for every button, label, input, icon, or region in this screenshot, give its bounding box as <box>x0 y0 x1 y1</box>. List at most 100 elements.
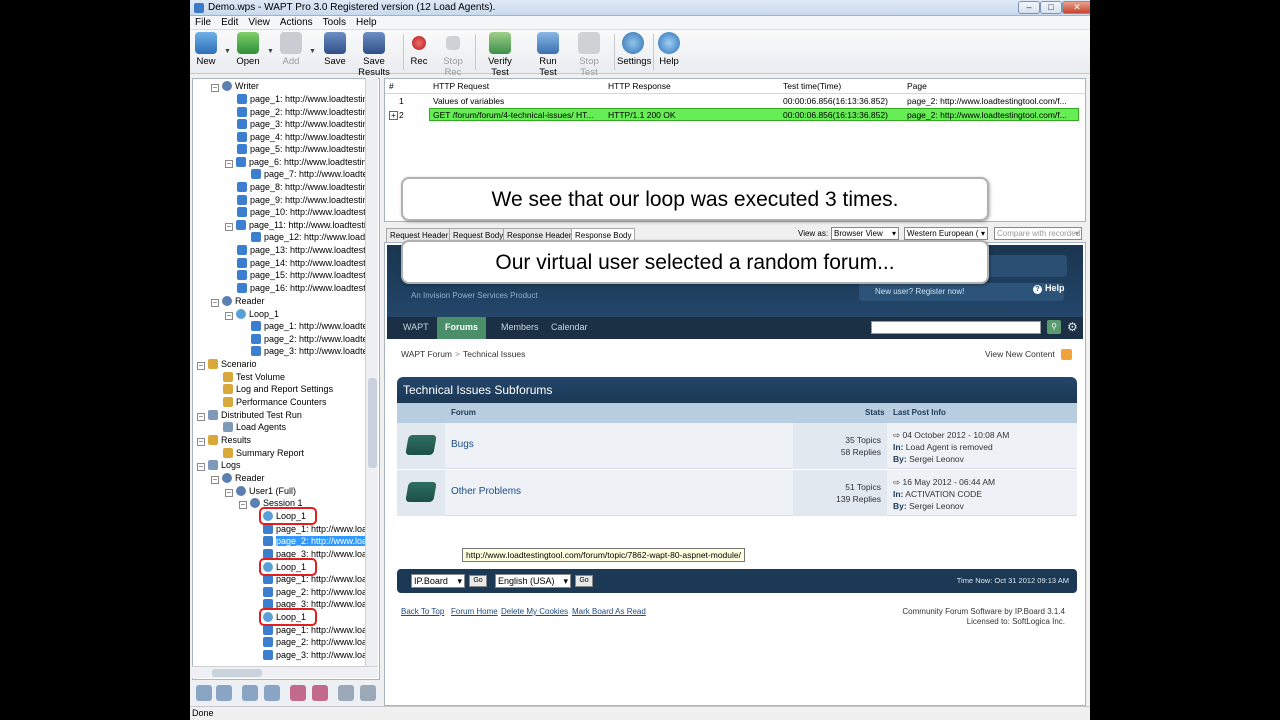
last-post-author-link[interactable]: Sergei Leonov <box>909 454 964 464</box>
add-button[interactable]: Add <box>280 32 302 72</box>
add-user-icon[interactable] <box>196 685 212 701</box>
nav-calendar[interactable]: Calendar <box>551 322 588 332</box>
close-button[interactable]: ✕ <box>1062 1 1090 14</box>
tree-node-page[interactable]: page_5: http://www.loadtesting <box>237 143 373 156</box>
menu-view[interactable]: View <box>243 16 275 30</box>
search-icon[interactable]: ⚲ <box>1047 320 1061 334</box>
last-post-date[interactable]: ⇨ 16 May 2012 - 06:44 AM <box>893 477 995 488</box>
tree-node-page[interactable]: page_16: http://www.loadtestin <box>237 282 373 295</box>
tree-node-page[interactable]: page_13: http://www.loadtestin <box>237 244 373 257</box>
help-button[interactable]: Help <box>657 32 681 72</box>
agents-icon[interactable] <box>264 685 280 701</box>
tree-node-load-agents[interactable]: Load Agents <box>223 421 286 434</box>
menu-edit[interactable]: Edit <box>216 16 243 30</box>
tree-node-page[interactable]: page_8: http://www.loadtesting <box>237 181 373 194</box>
tree-node-page[interactable]: page_7: http://www.loadtes <box>251 168 372 181</box>
scrollbar-thumb[interactable] <box>212 669 262 677</box>
open-button[interactable]: Open <box>236 32 260 72</box>
rec-button[interactable]: Rec <box>408 32 430 72</box>
nav-forums[interactable]: Forums <box>437 317 487 339</box>
powered-by[interactable]: Community Forum Software by IP.Board 3.1… <box>902 607 1065 616</box>
gear-icon[interactable] <box>338 685 354 701</box>
tree-node-page[interactable]: page_3: http://www.loadtes <box>251 345 372 358</box>
col-http-request[interactable]: HTTP Request <box>433 80 489 93</box>
minimize-button[interactable]: – <box>1018 1 1040 14</box>
skin-select[interactable]: IP.Board <box>411 574 465 588</box>
tree-node-page[interactable]: page_10: http://www.loadtestin <box>237 206 373 219</box>
grid-row[interactable]: + 2 GET /forum/forum/4-technical-issues/… <box>385 109 1085 122</box>
tree-horizontal-scrollbar[interactable] <box>192 666 378 678</box>
tree-node-page[interactable]: page_12: http://www.loadte <box>251 231 373 244</box>
breadcrumb-current[interactable]: Technical Issues <box>463 349 525 359</box>
delete-cookies-link[interactable]: Delete My Cookies <box>501 607 568 616</box>
tree-node-reader[interactable]: – Reader <box>211 295 265 308</box>
menu-actions[interactable]: Actions <box>275 16 318 30</box>
run-test-button[interactable]: Run Test <box>530 32 566 78</box>
new-dropdown-icon[interactable]: ▼ <box>224 48 231 55</box>
menu-file[interactable]: File <box>190 16 216 30</box>
gear-icon[interactable]: ⚙ <box>1067 320 1078 334</box>
view-new-content-link[interactable]: View New Content <box>985 349 1055 359</box>
stop-test-button[interactable]: Stop Test <box>570 32 608 78</box>
scenario-tree[interactable]: – Writer page_1: http://www.loadtesting p… <box>192 78 380 680</box>
menu-tools[interactable]: Tools <box>318 16 351 30</box>
tree-node-logs-reader[interactable]: – Reader <box>211 472 265 485</box>
forum-search-input[interactable] <box>871 321 1041 334</box>
col-test-time[interactable]: Test time(Time) <box>783 80 841 93</box>
agents-icon[interactable] <box>242 685 258 701</box>
tree-node-page[interactable]: page_15: http://www.loadtestin <box>237 269 373 282</box>
maximize-button[interactable]: □ <box>1040 1 1062 14</box>
tree-node-log-page[interactable]: page_3: http://www.load <box>263 649 372 662</box>
tree-node-page[interactable]: page_1: http://www.loadtesting <box>237 93 373 106</box>
forum-link[interactable]: Other Problems <box>451 486 521 497</box>
save-button[interactable]: Save <box>324 32 346 72</box>
stop-rec-button[interactable]: Stop Rec <box>436 32 470 78</box>
tree-node-results[interactable]: – Results <box>197 434 251 447</box>
tree-node-logs[interactable]: – Logs <box>197 459 241 472</box>
expand-icon[interactable]: + <box>389 111 398 120</box>
add-user-icon[interactable] <box>216 685 232 701</box>
nav-wapt[interactable]: WAPT <box>403 322 429 332</box>
breadcrumb-home[interactable]: WAPT Forum <box>401 349 452 359</box>
forum-help-link[interactable]: ? Help <box>1033 283 1065 294</box>
report-icon[interactable] <box>312 685 328 701</box>
skin-go-button[interactable]: Go <box>469 575 487 587</box>
last-post-date[interactable]: ⇨ 04 October 2012 - 10:08 AM <box>893 430 1009 441</box>
tree-vertical-scrollbar[interactable] <box>365 78 378 668</box>
last-post-topic-link[interactable]: ACTIVATION CODE <box>905 489 982 499</box>
verify-test-button[interactable]: Verify Test <box>480 32 520 78</box>
tree-node-log-page[interactable]: page_2: http://www.load <box>263 636 372 649</box>
tree-node-page[interactable]: page_1: http://www.loadtes <box>251 320 372 333</box>
last-post-author-link[interactable]: Sergei Leonov <box>909 501 964 511</box>
open-dropdown-icon[interactable]: ▼ <box>267 48 274 55</box>
save-results-button[interactable]: Save Results <box>350 32 398 78</box>
mark-board-read-link[interactable]: Mark Board As Read <box>572 607 646 616</box>
menu-help[interactable]: Help <box>351 16 382 30</box>
back-to-top-link[interactable]: Back To Top <box>401 607 444 616</box>
col-http-response[interactable]: HTTP Response <box>608 80 671 93</box>
col-number[interactable]: # <box>389 80 394 93</box>
tree-node-performance-counters[interactable]: Performance Counters <box>223 396 327 409</box>
grid-row[interactable]: 1 Values of variables 00:00:06.856(16:13… <box>385 95 1085 108</box>
view-as-select[interactable]: Browser View <box>831 227 899 240</box>
gear-icon[interactable] <box>360 685 376 701</box>
new-button[interactable]: New <box>194 32 218 72</box>
compare-with-recorded-button[interactable]: Compare with recorded <box>994 227 1082 240</box>
tree-node-scenario[interactable]: – Scenario <box>197 358 257 371</box>
last-post-topic-link[interactable]: Load Agent is removed <box>906 442 993 452</box>
nav-members[interactable]: Members <box>501 322 539 332</box>
settings-button[interactable]: Settings <box>617 32 651 72</box>
tree-node-writer[interactable]: – Writer <box>211 80 259 93</box>
language-go-button[interactable]: Go <box>575 575 593 587</box>
scrollbar-thumb[interactable] <box>368 378 377 468</box>
forum-home-link[interactable]: Forum Home <box>451 607 498 616</box>
rss-icon[interactable] <box>1061 349 1072 360</box>
language-select[interactable]: English (USA) <box>495 574 571 588</box>
tree-node-page[interactable]: page_3: http://www.loadtesting <box>237 118 373 131</box>
encoding-select[interactable]: Western European ( <box>904 227 988 240</box>
report-icon[interactable] <box>290 685 306 701</box>
tree-node-log-report-settings[interactable]: Log and Report Settings <box>223 383 333 396</box>
tree-node-log-page-selected[interactable]: page_2: http://www.load <box>263 535 373 548</box>
forum-link[interactable]: Bugs <box>451 439 474 450</box>
add-dropdown-icon[interactable]: ▼ <box>309 48 316 55</box>
